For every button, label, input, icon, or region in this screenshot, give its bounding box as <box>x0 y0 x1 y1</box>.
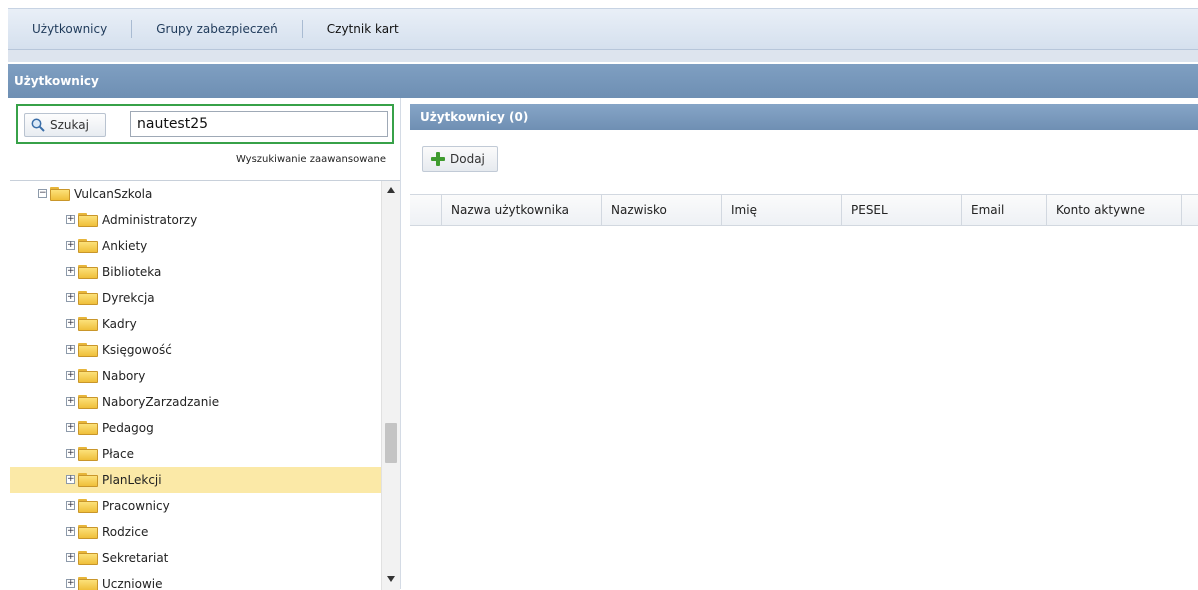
folder-icon <box>78 551 98 565</box>
tab-czytnik-kart[interactable]: Czytnik kart <box>303 20 423 38</box>
left-panel: Szukaj Wyszukiwanie zaawansowane − Vulca… <box>10 98 401 590</box>
tree-item[interactable]: + Sekretariat <box>10 545 382 571</box>
tree-item-label: Ankiety <box>102 239 148 253</box>
tree-item-label: Nabory <box>102 369 146 383</box>
scroll-down-arrow-icon[interactable] <box>387 576 395 582</box>
tree-item-label: Pedagog <box>102 421 154 435</box>
tree-item[interactable]: + Administratorzy <box>10 207 382 233</box>
folder-icon <box>78 395 98 409</box>
users-panel-header: Użytkownicy (0) <box>410 104 1198 130</box>
tree-scrollbar[interactable] <box>381 181 400 590</box>
folder-icon <box>78 343 98 357</box>
tree-item[interactable]: + Nabory <box>10 363 382 389</box>
search-input[interactable] <box>130 111 388 137</box>
users-grid-header: Nazwa użytkownika Nazwisko Imię PESEL Em… <box>410 194 1198 226</box>
tree-item-label: Administratorzy <box>102 213 198 227</box>
expand-icon[interactable]: + <box>66 449 75 458</box>
add-button[interactable]: Dodaj <box>422 146 498 172</box>
expand-icon[interactable]: + <box>66 423 75 432</box>
expand-icon[interactable]: + <box>66 241 75 250</box>
tab-grupy-zabezpieczen[interactable]: Grupy zabezpieczeń <box>132 20 303 38</box>
expand-icon[interactable]: + <box>66 579 75 588</box>
top-tab-bar: Użytkownicy Grupy zabezpieczeń Czytnik k… <box>8 8 1198 50</box>
tree-item-label: Kadry <box>102 317 137 331</box>
search-button-label: Szukaj <box>50 118 89 132</box>
section-header: Użytkownicy <box>8 64 1198 98</box>
tree-item[interactable]: + Uczniowie <box>10 571 382 590</box>
tree-item[interactable]: + Pedagog <box>10 415 382 441</box>
toolbar-strip <box>8 50 1198 62</box>
scroll-up-arrow-icon[interactable] <box>387 187 395 193</box>
advanced-search-link[interactable]: Wyszukiwanie zaawansowane <box>236 154 386 165</box>
tab-uzytkownicy[interactable]: Użytkownicy <box>8 20 133 38</box>
search-button[interactable]: Szukaj <box>24 113 106 137</box>
expand-icon[interactable]: + <box>66 371 75 380</box>
grid-checkbox-column[interactable] <box>410 195 442 225</box>
folder-icon <box>78 499 98 513</box>
tree-item[interactable]: + Rodzice <box>10 519 382 545</box>
folder-icon <box>78 577 98 590</box>
tree-item-label: Księgowość <box>102 343 172 357</box>
expand-icon[interactable]: + <box>66 553 75 562</box>
tree-view: − VulcanSzkola + Administratorzy + Ankiety +… <box>10 180 400 590</box>
tree-item[interactable]: + Biblioteka <box>10 259 382 285</box>
users-panel-title: Użytkownicy (0) <box>420 110 529 124</box>
folder-icon <box>78 473 98 487</box>
tree-item[interactable]: + Ankiety <box>10 233 382 259</box>
column-email[interactable]: Email <box>962 195 1047 225</box>
tree-item-label: Biblioteka <box>102 265 162 279</box>
tree-item-label: Uczniowie <box>102 577 163 590</box>
expand-icon[interactable]: + <box>66 319 75 328</box>
folder-icon <box>78 291 98 305</box>
search-box: Szukaj <box>16 104 394 144</box>
tree-root[interactable]: − VulcanSzkola <box>10 181 382 207</box>
expand-icon[interactable]: + <box>66 267 75 276</box>
tree-item-label: NaboryZarzadzanie <box>102 395 220 409</box>
tree-item[interactable]: + Księgowość <box>10 337 382 363</box>
folder-tree: − VulcanSzkola + Administratorzy + Ankiety +… <box>10 181 382 590</box>
folder-icon <box>78 239 98 253</box>
tree-item-label: PlanLekcji <box>102 473 162 487</box>
plus-icon <box>431 152 445 166</box>
expand-icon[interactable]: + <box>66 527 75 536</box>
collapse-icon[interactable]: − <box>38 189 47 198</box>
column-surname[interactable]: Nazwisko <box>602 195 722 225</box>
column-pesel[interactable]: PESEL <box>842 195 962 225</box>
tree-item-label: Rodzice <box>102 525 149 539</box>
folder-icon <box>78 265 98 279</box>
expand-icon[interactable]: + <box>66 215 75 224</box>
tree-root-label: VulcanSzkola <box>74 187 153 201</box>
folder-icon <box>78 447 98 461</box>
folder-icon <box>78 317 98 331</box>
tree-item[interactable]: + PlanLekcji <box>10 467 382 493</box>
tree-item[interactable]: + Płace <box>10 441 382 467</box>
users-panel: Użytkownicy (0) Dodaj Nazwa użytkownika … <box>410 98 1198 589</box>
expand-icon[interactable]: + <box>66 475 75 484</box>
tree-item[interactable]: + Kadry <box>10 311 382 337</box>
add-button-label: Dodaj <box>450 152 485 166</box>
expand-icon[interactable]: + <box>66 501 75 510</box>
expand-icon[interactable]: + <box>66 345 75 354</box>
tree-item[interactable]: + Pracownicy <box>10 493 382 519</box>
column-account-active[interactable]: Konto aktywne <box>1047 195 1182 225</box>
folder-icon <box>78 369 98 383</box>
folder-open-icon <box>50 187 70 201</box>
tree-item[interactable]: + NaboryZarzadzanie <box>10 389 382 415</box>
column-username[interactable]: Nazwa użytkownika <box>442 195 602 225</box>
scroll-thumb[interactable] <box>385 423 397 463</box>
tree-item-label: Sekretariat <box>102 551 169 565</box>
tree-item-label: Pracownicy <box>102 499 170 513</box>
tree-item-label: Płace <box>102 447 134 461</box>
tree-item-label: Dyrekcja <box>102 291 155 305</box>
section-title: Użytkownicy <box>14 74 99 88</box>
column-firstname[interactable]: Imię <box>722 195 842 225</box>
folder-icon <box>78 525 98 539</box>
expand-icon[interactable]: + <box>66 397 75 406</box>
expand-icon[interactable]: + <box>66 293 75 302</box>
tree-item[interactable]: + Dyrekcja <box>10 285 382 311</box>
folder-icon <box>78 213 98 227</box>
magnifier-icon <box>31 118 45 132</box>
folder-icon <box>78 421 98 435</box>
